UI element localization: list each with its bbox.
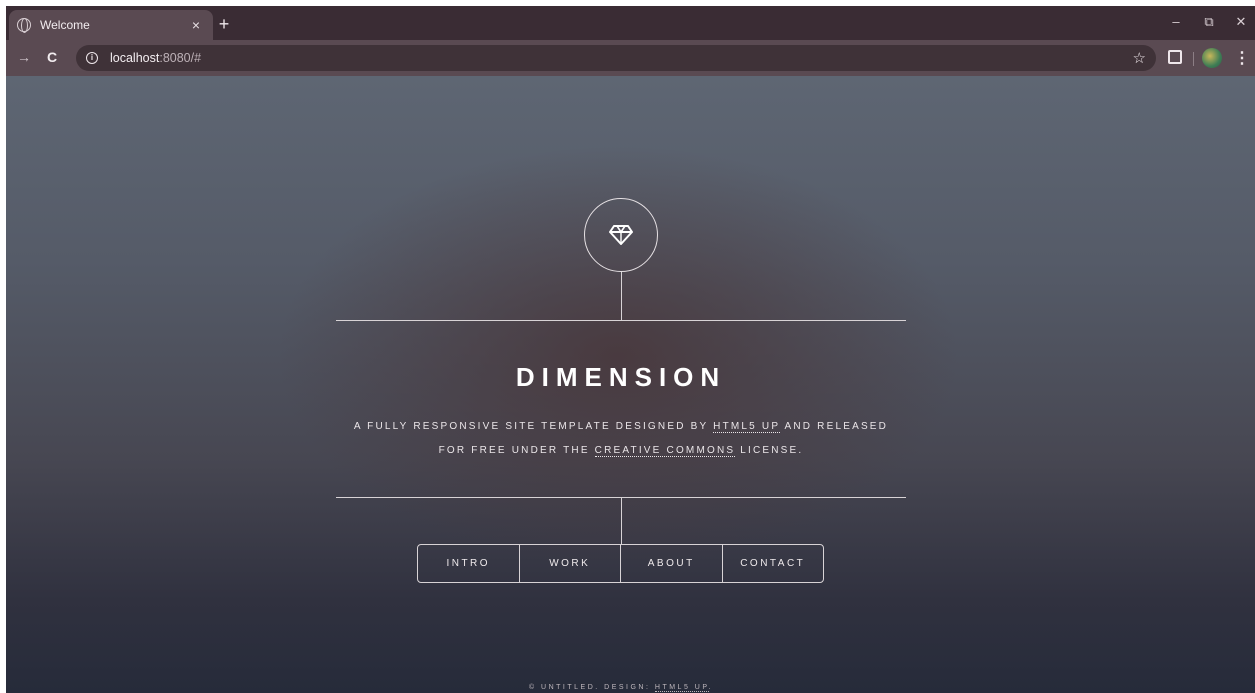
html5up-link[interactable]: HTML5 UP <box>713 421 781 433</box>
nav-work[interactable]: WORK <box>518 545 621 582</box>
tab-title: Welcome <box>40 18 90 32</box>
description-text: AND RELEASED <box>780 421 889 432</box>
connector-bottom <box>621 497 622 544</box>
description-text: A FULLY RESPONSIVE SITE TEMPLATE DESIGNE… <box>353 421 714 432</box>
page-description: A FULLY RESPONSIVE SITE TEMPLATE DESIGNE… <box>336 415 906 463</box>
tab-welcome[interactable]: Welcome × <box>9 10 213 40</box>
page-title: DIMENSION <box>515 362 727 392</box>
nav-contact[interactable]: CONTACT <box>721 545 824 582</box>
description-text: LICENSE. <box>735 445 804 456</box>
tab-strip: Welcome × + – ⧉ ✕ <box>6 6 1255 40</box>
reload-button[interactable]: C <box>42 49 62 65</box>
footer-text: . <box>708 684 714 691</box>
toolbar-divider <box>1193 52 1194 66</box>
description-line-2: FOR FREE UNDER THE CREATIVE COMMONS LICE… <box>336 439 906 463</box>
nav-about[interactable]: ABOUT <box>620 545 722 582</box>
info-icon[interactable]: i <box>86 52 98 64</box>
nav-intro[interactable]: INTRO <box>418 545 519 582</box>
window-close-button[interactable]: ✕ <box>1231 14 1251 30</box>
browser-menu-icon[interactable]: ⋮ <box>1234 48 1250 68</box>
footer-html5up-link[interactable]: HTML5 UP <box>654 684 709 692</box>
url-host: localhost <box>110 51 160 65</box>
main-nav: INTRO WORK ABOUT CONTACT <box>417 544 824 583</box>
url-path: :8080/# <box>159 51 202 65</box>
toolbar: → C i localhost:8080/# ☆ ⋮ <box>6 40 1255 76</box>
globe-icon <box>17 18 31 33</box>
tab-close-button[interactable]: × <box>185 17 207 33</box>
footer-copyright: © UNTITLED. DESIGN: HTML5 UP. <box>336 684 906 692</box>
footer-text: © UNTITLED. DESIGN: <box>528 684 655 691</box>
profile-avatar[interactable] <box>1202 48 1222 68</box>
extensions-icon[interactable] <box>1168 50 1182 64</box>
divider-top <box>336 320 906 321</box>
description-line-1: A FULLY RESPONSIVE SITE TEMPLATE DESIGNE… <box>336 415 906 439</box>
diamond-icon <box>609 225 633 245</box>
description-text: FOR FREE UNDER THE <box>438 445 595 456</box>
address-bar[interactable]: i localhost:8080/# ☆ <box>76 45 1156 71</box>
bookmark-star-icon[interactable]: ☆ <box>1133 49 1146 67</box>
restore-button[interactable]: ⧉ <box>1199 14 1219 30</box>
forward-button[interactable]: → <box>14 49 34 65</box>
connector-top <box>621 272 622 320</box>
minimize-button[interactable]: – <box>1166 14 1186 29</box>
creative-commons-link[interactable]: CREATIVE COMMONS <box>594 445 736 457</box>
new-tab-button[interactable]: + <box>214 14 234 34</box>
browser-window: Welcome × + – ⧉ ✕ → C i localhost:8080/#… <box>6 6 1255 693</box>
logo-circle <box>584 198 658 272</box>
page-viewport: DIMENSION A FULLY RESPONSIVE SITE TEMPLA… <box>6 76 1255 693</box>
